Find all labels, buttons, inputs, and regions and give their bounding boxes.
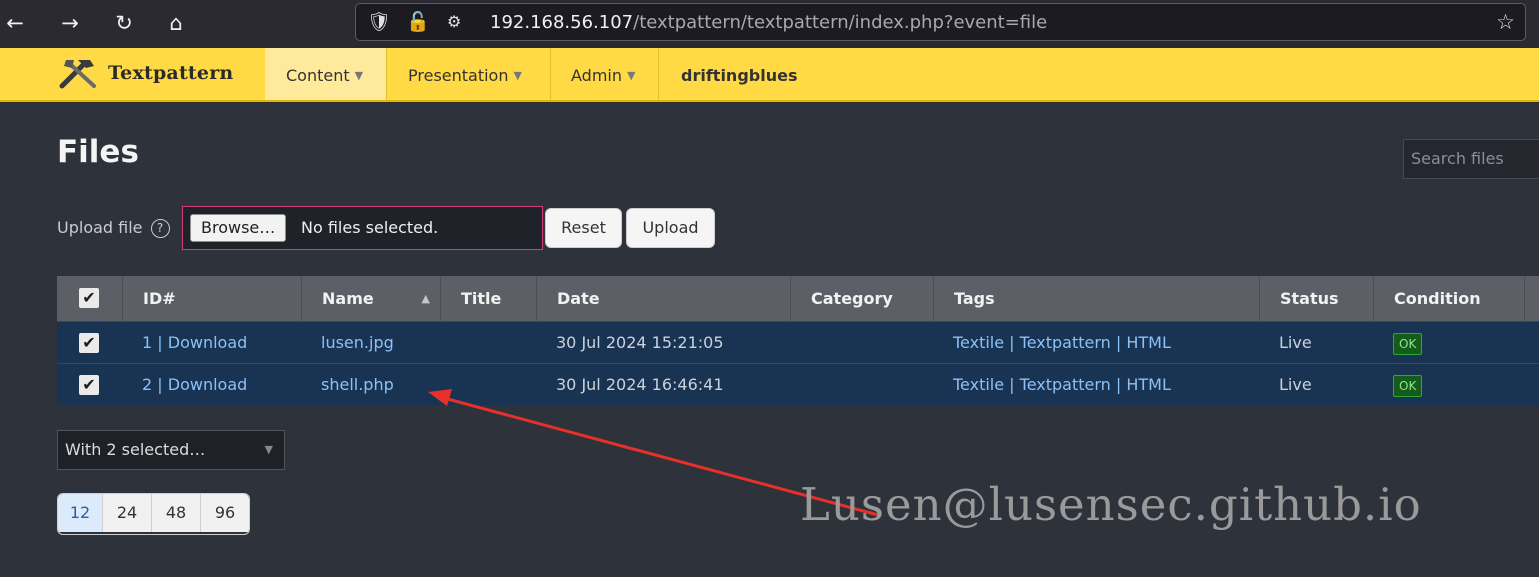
row-id-download-link[interactable]: 1 | Download xyxy=(142,322,247,364)
menu-admin-label: Admin xyxy=(571,66,622,85)
url-text[interactable]: 192.168.56.107/textpattern/textpattern/i… xyxy=(490,11,1047,35)
column-category[interactable]: Category xyxy=(790,276,933,321)
url-host: 192.168.56.107 xyxy=(490,12,634,33)
row-status: Live xyxy=(1279,333,1312,352)
help-icon[interactable]: ? xyxy=(150,219,170,238)
insecure-lock-icon[interactable]: 🔓 xyxy=(406,8,430,36)
home-icon[interactable]: ⌂ xyxy=(161,8,191,38)
page-size-selector: 12 24 48 96 xyxy=(57,493,250,535)
row-name-link[interactable]: lusen.jpg xyxy=(321,322,394,364)
reload-icon[interactable]: ↻ xyxy=(109,8,139,38)
address-bar[interactable]: 🛡 🔓 ⚙ 192.168.56.107/textpattern/textpat… xyxy=(355,3,1526,41)
star-icon[interactable]: ☆ xyxy=(1496,8,1515,36)
column-condition[interactable]: Condition xyxy=(1373,276,1524,321)
app-header: Textpattern Content ▼ Presentation ▼ Admin… xyxy=(0,48,1539,102)
arrow-left-icon[interactable]: ← xyxy=(0,8,30,38)
brand-logo[interactable]: Textpattern xyxy=(56,48,264,100)
watermark-text: Lusen@lusensec.github.io xyxy=(800,478,1422,531)
menu-content-label: Content xyxy=(286,66,350,85)
row-tags[interactable]: Textile | Textpattern | HTML xyxy=(953,364,1171,406)
menu-presentation[interactable]: Presentation ▼ xyxy=(387,48,550,100)
upload-button[interactable]: Upload xyxy=(626,208,715,248)
select-all-checkbox[interactable]: ✔ xyxy=(79,288,99,308)
reset-button[interactable]: Reset xyxy=(545,208,622,248)
bulk-action-select[interactable]: With 2 selected… ▼ xyxy=(57,430,285,470)
row-status: Live xyxy=(1279,375,1312,394)
menu-divider xyxy=(658,48,659,100)
menu-presentation-label: Presentation xyxy=(408,66,509,85)
menu-admin[interactable]: Admin ▼ xyxy=(550,48,658,100)
permissions-icon[interactable]: ⚙ xyxy=(447,8,461,36)
chevron-down-icon: ▼ xyxy=(513,69,522,82)
tools-icon xyxy=(59,60,96,89)
row-checkbox[interactable]: ✔ xyxy=(79,375,99,395)
column-extra xyxy=(1524,276,1539,321)
column-name-label: Name xyxy=(322,289,374,308)
select-all-cell: ✔ xyxy=(57,276,122,321)
column-title[interactable]: Title xyxy=(440,276,536,321)
file-input[interactable]: Browse… No files selected. xyxy=(182,206,543,250)
table-row[interactable]: ✔ 2 | Download shell.php 30 Jul 2024 16:… xyxy=(57,363,1539,405)
row-id-download-link[interactable]: 2 | Download xyxy=(142,364,247,406)
row-date: 30 Jul 2024 16:46:41 xyxy=(556,375,724,394)
upload-label-text: Upload file xyxy=(57,218,143,237)
page-title: Files xyxy=(57,134,139,170)
chevron-down-icon: ▼ xyxy=(264,443,273,456)
chevron-down-icon: ▼ xyxy=(627,69,636,82)
browse-button[interactable]: Browse… xyxy=(190,214,287,242)
url-path: /textpattern/textpattern/index.php?event… xyxy=(633,12,1048,33)
page-size-12[interactable]: 12 xyxy=(58,494,102,532)
search-files-input[interactable]: Search files xyxy=(1403,139,1539,179)
column-date[interactable]: Date xyxy=(536,276,790,321)
brand-name: Textpattern xyxy=(108,62,234,84)
row-name-link[interactable]: shell.php xyxy=(321,364,394,406)
column-tags[interactable]: Tags xyxy=(933,276,1259,321)
page-size-48[interactable]: 48 xyxy=(151,494,200,532)
arrow-right-icon[interactable]: → xyxy=(55,8,85,38)
table-header: ✔ ID# Name ▲ Title Date Category Tags Sta… xyxy=(57,276,1539,321)
row-tags[interactable]: Textile | Textpattern | HTML xyxy=(953,322,1171,364)
shield-icon[interactable]: 🛡 xyxy=(367,8,391,36)
menu-content[interactable]: Content ▼ xyxy=(265,48,386,100)
page-size-96[interactable]: 96 xyxy=(200,494,249,532)
column-name[interactable]: Name ▲ xyxy=(301,276,440,321)
chevron-down-icon: ▼ xyxy=(354,69,364,82)
page-size-24[interactable]: 24 xyxy=(102,494,151,532)
condition-ok-badge: OK xyxy=(1393,333,1423,355)
search-placeholder: Search files xyxy=(1411,149,1504,168)
sort-asc-icon: ▲ xyxy=(421,292,430,305)
table-row[interactable]: ✔ 1 | Download lusen.jpg 30 Jul 2024 15:… xyxy=(57,321,1539,363)
column-id[interactable]: ID# xyxy=(122,276,301,321)
upload-file-label: Upload file ? xyxy=(57,216,170,240)
file-status: No files selected. xyxy=(301,218,439,237)
row-date: 30 Jul 2024 15:21:05 xyxy=(556,333,724,352)
row-checkbox[interactable]: ✔ xyxy=(79,333,99,353)
bulk-action-label: With 2 selected… xyxy=(65,440,206,459)
condition-ok-badge: OK xyxy=(1393,375,1423,397)
browser-toolbar: ← → ↻ ⌂ 🛡 🔓 ⚙ 192.168.56.107/textpattern… xyxy=(0,0,1539,48)
logged-in-user[interactable]: driftingblues xyxy=(681,48,797,100)
column-status[interactable]: Status xyxy=(1259,276,1373,321)
